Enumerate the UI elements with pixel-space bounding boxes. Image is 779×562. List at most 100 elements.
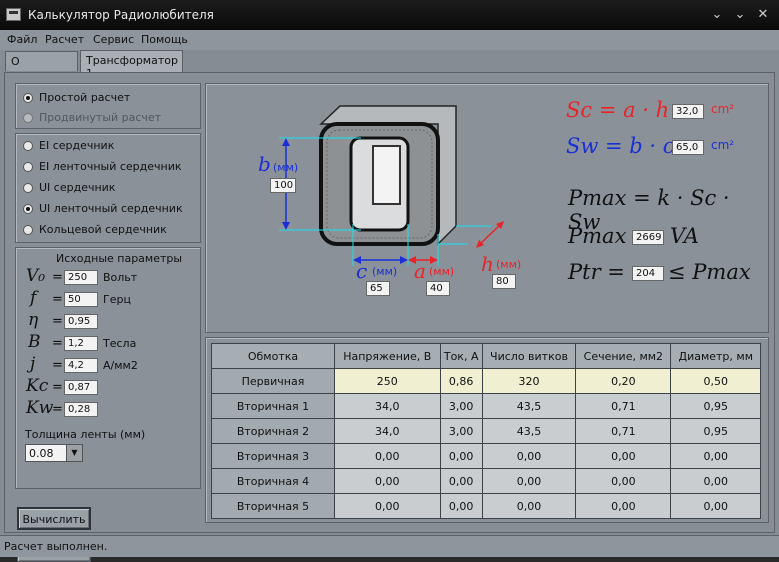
cell-turns[interactable]: 43,5	[481, 418, 577, 444]
cell-voltage[interactable]: 34,0	[334, 393, 441, 419]
restore-icon[interactable]: ⌄	[731, 6, 749, 24]
radio-ui-tape[interactable]	[23, 204, 33, 214]
cell-voltage[interactable]: 0,00	[334, 443, 441, 469]
radio-ei-tape-label: EI ленточный сердечник	[39, 160, 182, 173]
chevron-down-icon[interactable]: ▼	[66, 445, 82, 461]
cell-current[interactable]: 0,00	[439, 468, 483, 494]
param-kc-input[interactable]: 0,87	[64, 380, 98, 395]
cell-diameter[interactable]: 0,50	[670, 368, 761, 394]
radio-advanced-label: Продвинутый расчет	[39, 111, 162, 124]
tape-select[interactable]: 0.08 ▼	[25, 444, 83, 462]
cell-section[interactable]: 0,71	[575, 393, 672, 419]
param-b-eq: =	[52, 336, 63, 351]
param-f-input[interactable]: 50	[64, 292, 98, 307]
cell-turns[interactable]: 320	[481, 368, 577, 394]
cell-voltage[interactable]: 0,00	[334, 493, 441, 519]
cell-diameter[interactable]: 0,00	[670, 493, 761, 519]
cell-voltage[interactable]: 0,00	[334, 468, 441, 494]
menu-service[interactable]: Сервис	[93, 33, 134, 46]
core-panel: EI сердечник EI ленточный сердечник UI с…	[15, 133, 201, 243]
col-current: Ток, А	[439, 343, 483, 369]
param-j-input[interactable]: 4,2	[64, 358, 98, 373]
params-title: Исходные параметры	[56, 252, 183, 265]
menu-help[interactable]: Помощь	[141, 33, 188, 46]
cell-diameter[interactable]: 0,95	[670, 418, 761, 444]
dim-b-value: 100	[270, 178, 296, 193]
param-b-input[interactable]: 1,2	[64, 336, 98, 351]
dim-a-unit: (мм)	[429, 265, 455, 278]
calculate-button[interactable]: Вычислить	[17, 507, 91, 530]
formula-sw-value: 65,0	[672, 140, 704, 155]
app-icon	[6, 8, 21, 21]
cell-current[interactable]: 0,86	[439, 368, 483, 394]
param-v-symbol: V₀	[26, 266, 46, 286]
param-eta-input[interactable]: 0,95	[64, 314, 98, 329]
cell-diameter[interactable]: 0,00	[670, 468, 761, 494]
param-b-unit: Тесла	[103, 337, 137, 350]
cell-diameter[interactable]: 0,00	[670, 443, 761, 469]
cell-current[interactable]: 0,00	[439, 443, 483, 469]
param-kw-input[interactable]: 0,28	[64, 402, 98, 417]
dim-a-label: a	[414, 259, 426, 283]
cell-section[interactable]: 0,00	[575, 493, 672, 519]
menu-calc[interactable]: Расчет	[45, 33, 84, 46]
table-row: Вторичная 4 0,00 0,00 0,00 0,00 0,00	[211, 468, 761, 494]
row-name: Первичная	[211, 368, 335, 394]
dim-c-unit: (мм)	[372, 265, 398, 278]
param-kw-symbol: Kw	[26, 398, 54, 418]
row-name: Вторичная 2	[211, 418, 335, 444]
status-text: Расчет выполнен.	[4, 540, 108, 553]
radio-ui-label: UI сердечник	[39, 181, 116, 194]
results-panel: Обмотка Напряжение, В Ток, А Число витко…	[205, 337, 769, 523]
cell-voltage[interactable]: 34,0	[334, 418, 441, 444]
diagram-panel: b (мм) 100 c (мм) 65 a (мм) 40 h (мм) 80…	[205, 83, 769, 333]
cell-turns[interactable]: 0,00	[481, 443, 577, 469]
menu-file[interactable]: Файл	[7, 33, 37, 46]
param-v-eq: =	[52, 270, 63, 285]
table-row: Вторичная 2 34,0 3,00 43,5 0,71 0,95	[211, 418, 761, 444]
cell-section[interactable]: 0,00	[575, 443, 672, 469]
param-v-input[interactable]: 250	[64, 270, 98, 285]
radio-ei-tape[interactable]	[23, 162, 33, 172]
cell-turns[interactable]: 0,00	[481, 493, 577, 519]
param-b-symbol: B	[28, 332, 41, 352]
cell-turns[interactable]: 43,5	[481, 393, 577, 419]
ptr-compare: ≤ Pmax	[668, 260, 751, 284]
param-kc-symbol: Kc	[26, 376, 49, 396]
row-name: Вторичная 3	[211, 443, 335, 469]
main-window: Файл Расчет Сервис Помощь О программе Тр…	[0, 30, 779, 562]
cell-current[interactable]: 3,00	[439, 418, 483, 444]
pmax-value: 2669	[632, 230, 664, 245]
radio-advanced[interactable]	[23, 113, 33, 123]
col-section: Сечение, мм2	[575, 343, 672, 369]
radio-simple[interactable]	[23, 93, 33, 103]
cell-section[interactable]: 0,20	[575, 368, 672, 394]
radio-ei[interactable]	[23, 141, 33, 151]
table-row: Вторичная 1 34,0 3,00 43,5 0,71 0,95	[211, 393, 761, 419]
cell-voltage[interactable]: 250	[334, 368, 441, 394]
col-winding: Обмотка	[211, 343, 335, 369]
param-j-eq: =	[52, 358, 63, 373]
radio-ui[interactable]	[23, 183, 33, 193]
tab-about[interactable]: О программе	[5, 51, 78, 81]
tape-label: Толщина ленты (мм)	[25, 428, 146, 441]
cell-section[interactable]: 0,00	[575, 468, 672, 494]
dim-b-label: b	[258, 152, 271, 176]
cell-diameter[interactable]: 0,95	[670, 393, 761, 419]
status-bar: Расчет выполнен.	[0, 535, 779, 557]
col-turns: Число витков	[481, 343, 577, 369]
param-f-symbol: f	[30, 288, 37, 308]
close-icon[interactable]: ✕	[754, 6, 772, 24]
row-name: Вторичная 4	[211, 468, 335, 494]
cell-current[interactable]: 0,00	[439, 493, 483, 519]
cell-section[interactable]: 0,71	[575, 418, 672, 444]
row-name: Вторичная 5	[211, 493, 335, 519]
tab-transformer[interactable]: Трансформатор 1	[80, 50, 183, 80]
table-row: Вторичная 3 0,00 0,00 0,00 0,00 0,00	[211, 443, 761, 469]
param-kw-eq: =	[52, 402, 63, 417]
radio-ui-tape-label: UI ленточный сердечник	[39, 202, 183, 215]
radio-toroid[interactable]	[23, 225, 33, 235]
minimize-icon[interactable]: ⌄	[708, 6, 726, 24]
cell-turns[interactable]: 0,00	[481, 468, 577, 494]
cell-current[interactable]: 3,00	[439, 393, 483, 419]
